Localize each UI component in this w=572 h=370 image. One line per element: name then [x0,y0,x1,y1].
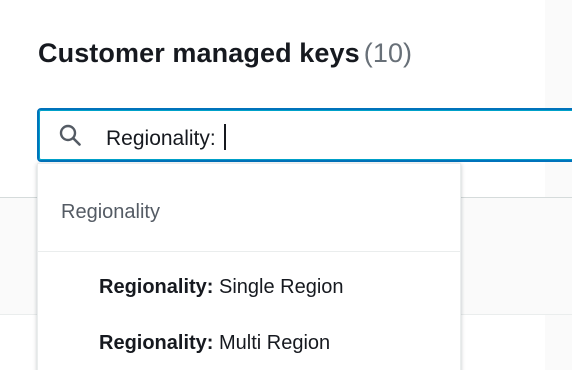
text-caret [223,124,226,150]
filter-suggestions-dropdown: Regionality Regionality: Single Region R… [37,163,461,370]
key-count: (10) [363,38,413,68]
search-query-text: Regionality: [106,127,216,150]
suggestion-option-text: Regionality: Multi Region [99,332,330,355]
page: Customer managed keys (10) Regionality: R… [0,0,572,370]
suggestion-option-value: Multi Region [219,332,331,354]
search-icon [59,124,81,146]
suggestion-option-key: Regionality: [99,276,214,298]
group-divider [38,251,460,252]
suggestion-option-multi-region[interactable]: Regionality: Multi Region [38,316,460,370]
search-input[interactable]: Regionality: [37,108,572,162]
suggestion-option-single-region[interactable]: Regionality: Single Region [38,260,460,316]
page-title-text: Customer managed keys [38,38,360,68]
suggestion-option-value: Single Region [219,276,344,298]
search-input-value[interactable]: Regionality: [106,124,226,151]
suggestion-group-label: Regionality [61,201,160,223]
suggestion-option-key: Regionality: [99,332,214,354]
suggestion-option-text: Regionality: Single Region [99,276,344,299]
page-title: Customer managed keys (10) [38,38,412,69]
